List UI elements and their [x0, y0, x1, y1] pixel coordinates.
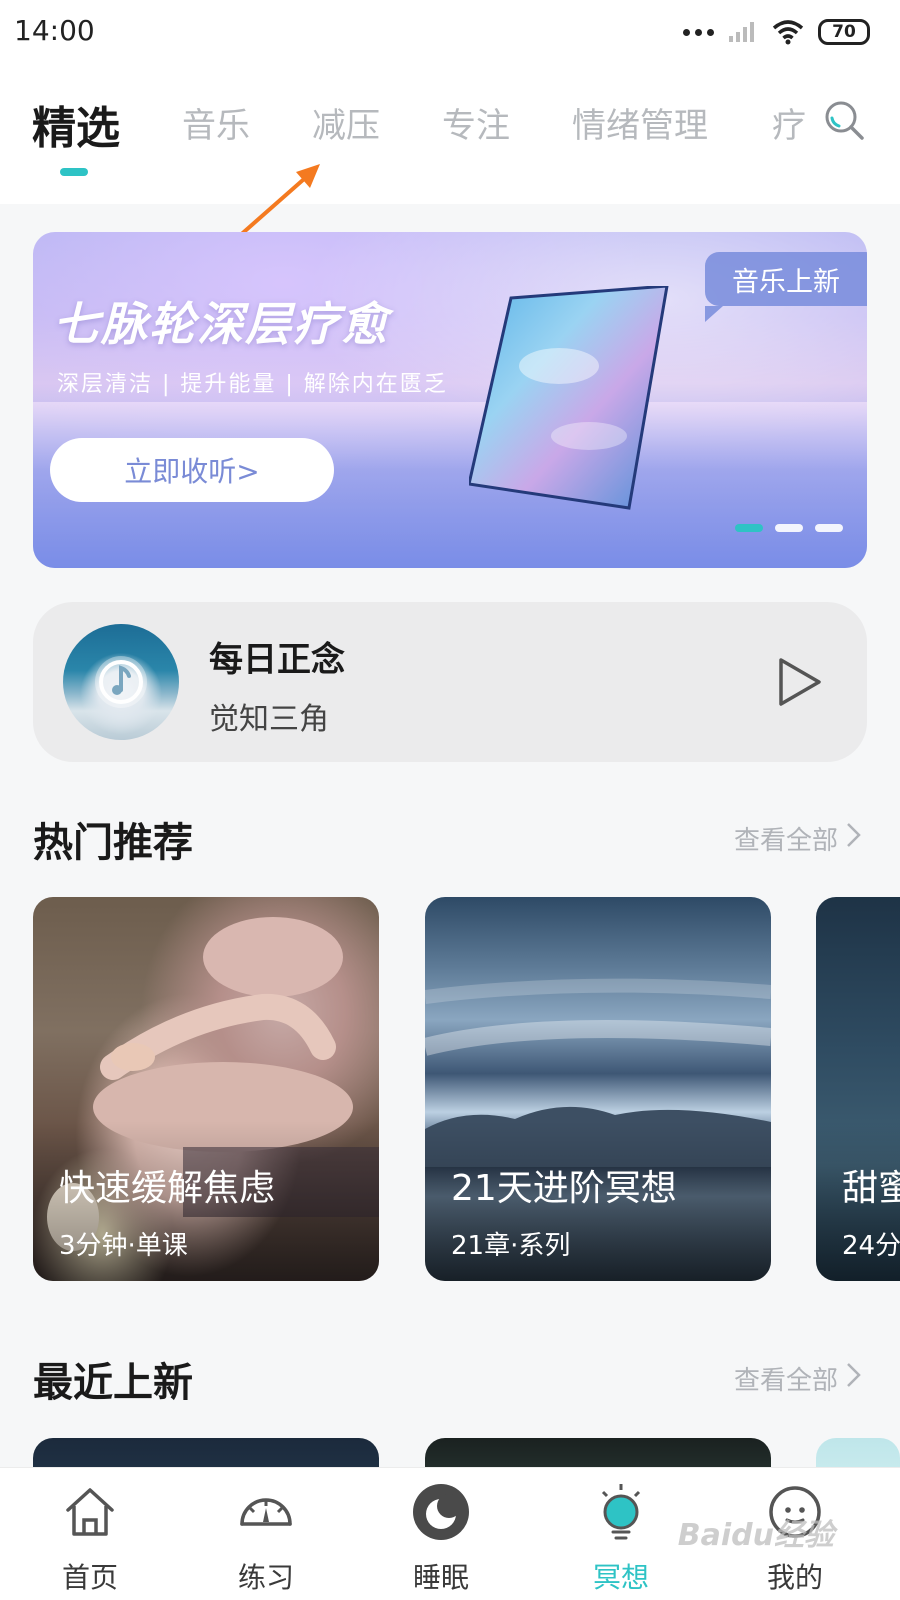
rec-card-meta: 21章·系列 [451, 1231, 571, 1261]
banner-dot [735, 524, 763, 532]
status-time: 14:00 [14, 14, 95, 47]
tab-focus[interactable]: 专注 [442, 98, 510, 147]
listen-now-button[interactable]: 立即收听> [50, 438, 334, 502]
wifi-icon [772, 20, 804, 45]
nav-label: 冥想 [592, 1561, 649, 1594]
nav-profile[interactable]: 我的 [735, 1468, 855, 1600]
daily-subtitle: 觉知三角 [209, 702, 329, 737]
rec-card-title: 甜蜜 [842, 1168, 900, 1209]
banner-dot [775, 524, 803, 532]
gauge-icon [240, 1498, 292, 1526]
latest-see-all-link[interactable]: 查看全部 [734, 1360, 838, 1397]
rec-card-title: 21天进阶冥想 [451, 1168, 677, 1209]
play-icon[interactable] [773, 654, 825, 710]
music-note-icon [95, 656, 147, 708]
hot-see-all-link[interactable]: 查看全部 [734, 820, 838, 857]
rec-card-meta: 24分 [842, 1231, 900, 1261]
mirror-illustration [469, 286, 669, 510]
tab-healing[interactable]: 疗 [772, 98, 806, 147]
rec-card-title: 快速缓解焦虑 [59, 1168, 276, 1209]
chevron-right-icon[interactable] [842, 820, 864, 850]
latest-section-title: 最近上新 [33, 1360, 193, 1406]
nav-home[interactable]: 首页 [30, 1468, 150, 1600]
rec-card-anxiety[interactable]: 快速缓解焦虑 3分钟·单课 [33, 897, 379, 1281]
active-tab-indicator [60, 168, 88, 176]
daily-title: 每日正念 [209, 640, 345, 680]
nav-label: 我的 [766, 1561, 823, 1594]
banner-title: 七脉轮深层疗愈 [53, 297, 389, 351]
chevron-right-icon[interactable] [842, 1360, 864, 1390]
home-icon [66, 1488, 114, 1536]
tab-emotion-management[interactable]: 情绪管理 [572, 98, 708, 147]
search-icon[interactable] [822, 98, 866, 142]
promo-banner[interactable]: 七脉轮深层疗愈 深层清洁 | 提升能量 | 解除内在匮乏 立即收听> 音乐上新 [33, 232, 867, 568]
battery-indicator: 70 [818, 19, 870, 45]
status-bar: 14:00 70 [0, 0, 900, 64]
signal-icon [729, 22, 754, 42]
more-dots-icon [683, 28, 714, 36]
nav-label: 睡眠 [412, 1561, 469, 1594]
rec-card-meta: 3分钟·单课 [59, 1231, 188, 1261]
hot-section-title: 热门推荐 [33, 820, 193, 866]
rec-card-21day[interactable]: 21天进阶冥想 21章·系列 [425, 897, 771, 1281]
tab-stress-relief[interactable]: 减压 [312, 98, 380, 147]
bulb-icon [601, 1484, 641, 1540]
status-icons: 70 [683, 16, 870, 48]
tab-featured[interactable]: 精选 [32, 92, 120, 156]
moon-icon [413, 1484, 469, 1540]
new-music-badge: 音乐上新 [705, 252, 867, 322]
face-icon [769, 1486, 821, 1538]
tab-music[interactable]: 音乐 [182, 98, 250, 147]
banner-pagination [735, 524, 843, 532]
nav-label: 练习 [237, 1561, 294, 1594]
nav-sleep[interactable]: 睡眠 [381, 1468, 501, 1600]
nav-label: 首页 [61, 1561, 118, 1594]
category-tabs: 精选 音乐 减压 专注 情绪管理 疗 [0, 64, 900, 204]
daily-cover [63, 624, 179, 740]
bottom-nav: 首页 练习 睡眠 冥想 我的 [0, 1467, 900, 1600]
nav-meditation[interactable]: 冥想 [561, 1468, 681, 1600]
rec-card-sweet[interactable]: 甜蜜 24分 [816, 897, 900, 1281]
daily-mindfulness-card[interactable]: 每日正念 觉知三角 [33, 602, 867, 762]
banner-subtitle: 深层清洁 | 提升能量 | 解除内在匮乏 [57, 372, 448, 397]
banner-dot [815, 524, 843, 532]
nav-practice[interactable]: 练习 [206, 1468, 326, 1600]
